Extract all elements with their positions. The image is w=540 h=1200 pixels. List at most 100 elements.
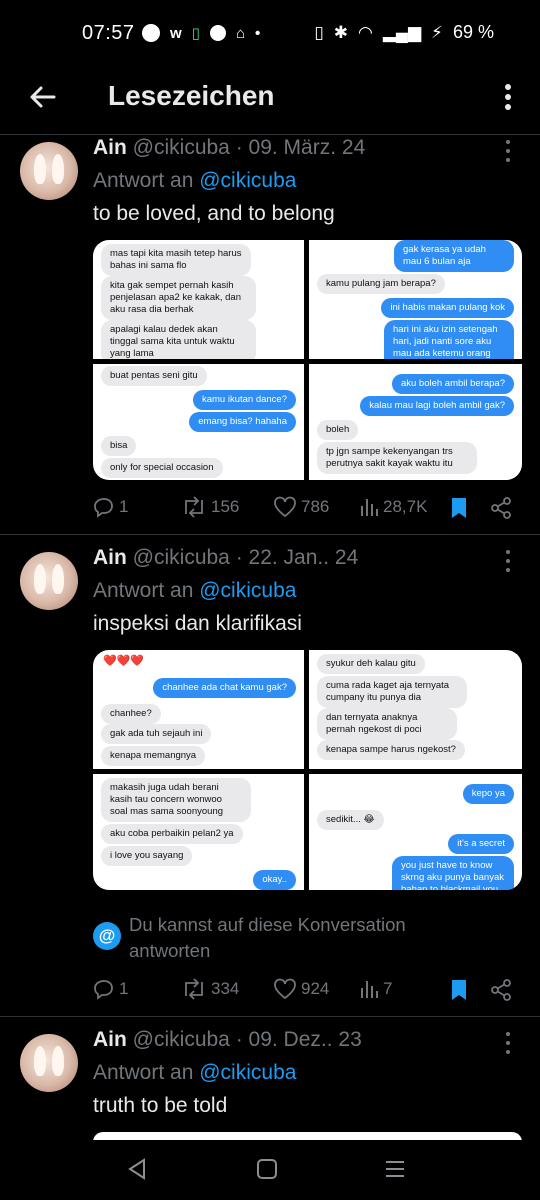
- tweet-text: inspeksi dan klarifikasi: [93, 612, 302, 635]
- screenshot-panel[interactable]: aku boleh ambil berapa? kalau mau lagi b…: [309, 364, 522, 480]
- status-bar: 07:57 w ▯ ⌂ • ▯ ✱ ◠ ▂▄▆ ⚡ 69 %: [0, 0, 540, 70]
- retweet-button[interactable]: 156: [181, 496, 239, 518]
- chat-bubble: mas tapi kita masih tetep harus bahas in…: [101, 244, 251, 276]
- retweet-icon: [185, 496, 203, 518]
- chat-bubble: dan ternyata anaknya pernah ngekost di p…: [317, 708, 457, 740]
- battery-percent: 69 %: [452, 22, 494, 42]
- tweet-meta: Ain @cikicuba · 09. Dez.. 23: [93, 1028, 362, 1052]
- charging-icon: ⚡: [431, 22, 443, 42]
- screenshot-panel[interactable]: gak kerasa ya udah mau 6 bulan aja kamu …: [309, 240, 522, 359]
- reply-prefix: Antwort an: [93, 579, 194, 602]
- tweet-text: truth to be told: [93, 1094, 228, 1117]
- reply-prefix: Antwort an: [93, 169, 194, 192]
- views-icon: [361, 499, 378, 516]
- avatar[interactable]: [20, 552, 78, 610]
- share-button[interactable]: [489, 496, 513, 520]
- tweet[interactable]: Ain @cikicuba · 22. Jan.. 24 Antwort an …: [0, 546, 540, 1016]
- chat-bubble: aku boleh ambil berapa?: [391, 374, 514, 394]
- tweet[interactable]: Ain @cikicuba · 09. März. 24 Antwort an …: [0, 136, 540, 534]
- chat-bubble: ini habis makan pulang kok: [381, 298, 514, 318]
- tweet-actions: 1 156 786 28,7K: [93, 496, 523, 526]
- reply-button[interactable]: 1: [93, 496, 128, 518]
- more-notifications-icon: •: [255, 24, 261, 42]
- signal-icon: ▂▄▆: [382, 22, 422, 42]
- retweet-icon: [185, 978, 203, 1000]
- chat-bubble: chanhee?: [101, 704, 161, 724]
- bookmark-icon: [452, 498, 466, 518]
- chat-bubble: only for special occasion: [101, 458, 223, 478]
- reply-mention-link[interactable]: @cikicuba: [199, 169, 296, 192]
- chat-bubble: kenapa memangnya: [101, 746, 206, 766]
- chat-bubble: boleh: [317, 420, 359, 440]
- chat-bubble: emang bisa? hahaha: [189, 412, 296, 432]
- chat-bubble: kepo ya: [462, 784, 514, 804]
- chat-bubble: makasih juga udah berani kasih tau conce…: [101, 778, 251, 822]
- chat-bubble: kita gak sempet pernah kasih penjelasan …: [101, 276, 256, 320]
- reddit-icon: [209, 25, 226, 41]
- nav-back-icon[interactable]: [124, 1156, 154, 1182]
- reply-count: 1: [119, 497, 129, 516]
- author-handle: @cikicuba: [132, 136, 230, 159]
- retweet-count: 334: [211, 979, 240, 998]
- bookmark-button[interactable]: [449, 978, 469, 1002]
- bookmark-button[interactable]: [449, 496, 469, 520]
- nav-home-icon[interactable]: [254, 1156, 284, 1182]
- reply-context: Antwort an @cikicuba: [93, 579, 296, 603]
- avatar[interactable]: [20, 142, 78, 200]
- screenshot-panel[interactable]: buat pentas seni gitu kamu ikutan dance?…: [93, 364, 304, 480]
- chat-bubble: i love you sayang: [101, 846, 193, 866]
- author-handle: @cikicuba: [132, 1028, 230, 1051]
- chat-bubble: kamu pulang jam berapa?: [317, 274, 445, 294]
- reply-prefix: Antwort an: [93, 1061, 194, 1084]
- chat-bubble: bisa: [101, 436, 137, 456]
- divider: [0, 134, 540, 135]
- tweet-actions: 1 334 924 7: [93, 978, 523, 1008]
- tweet-media[interactable]: ❤️❤️❤️ chanhee ada chat kamu gak? chanhe…: [93, 650, 522, 890]
- chat-bubble: it's a secret: [448, 834, 514, 854]
- screenshot-panel[interactable]: makasih juga udah berani kasih tau conce…: [93, 774, 304, 890]
- chat-bubble: apalagi kalau dedek akan tinggal sama ki…: [101, 320, 256, 359]
- conversation-notice-text: Du kannst auf diese Konversation antwort…: [129, 914, 406, 961]
- chat-bubble: gak kerasa ya udah mau 6 bulan aja: [394, 240, 514, 272]
- screenshot-panel[interactable]: syukur deh kalau gitu cuma rada kaget aj…: [309, 650, 522, 769]
- author-name[interactable]: Ain: [93, 546, 127, 569]
- reply-mention-link[interactable]: @cikicuba: [199, 1061, 296, 1084]
- author-handle: @cikicuba: [132, 546, 230, 569]
- like-count: 924: [301, 979, 330, 998]
- tweet[interactable]: Ain @cikicuba · 09. Dez.. 23 Antwort an …: [0, 1028, 540, 1142]
- views-button[interactable]: 28,7K: [359, 496, 427, 518]
- retweet-count: 156: [211, 497, 240, 516]
- share-icon: [491, 497, 511, 519]
- reply-button[interactable]: 1: [93, 978, 128, 1000]
- like-button[interactable]: 786: [273, 496, 329, 518]
- author-name[interactable]: Ain: [93, 136, 127, 159]
- chat-bubble: gak ada tuh sejauh ini: [101, 724, 212, 744]
- screenshot-panel[interactable]: kepo ya sedikit... 😂 it's a secret you j…: [309, 774, 522, 890]
- tweet-date: · 09. März. 24: [235, 136, 366, 159]
- share-button[interactable]: [489, 978, 513, 1002]
- divider: [0, 1016, 540, 1017]
- avatar[interactable]: [20, 1034, 78, 1092]
- app-icon: ⌂: [235, 24, 245, 42]
- chat-bubble: syukur deh kalau gitu: [317, 654, 425, 674]
- tweet-media[interactable]: mas tapi kita masih tetep harus bahas in…: [93, 240, 522, 480]
- nav-recents-icon[interactable]: [382, 1156, 412, 1182]
- views-button[interactable]: 7: [359, 978, 392, 1000]
- more-options-icon[interactable]: [498, 80, 518, 114]
- tweet-more-icon[interactable]: [506, 1032, 512, 1054]
- back-arrow-icon[interactable]: [26, 80, 60, 114]
- retweet-button[interactable]: 334: [181, 978, 239, 1000]
- reply-mention-link[interactable]: @cikicuba: [199, 579, 296, 602]
- webtoon-icon: w: [170, 24, 182, 42]
- tweet-text: to be loved, and to belong: [93, 202, 335, 225]
- tweet-date: · 22. Jan.. 24: [235, 546, 359, 569]
- reply-icon: [94, 498, 113, 518]
- author-name[interactable]: Ain: [93, 1028, 127, 1051]
- tweet-more-icon[interactable]: [506, 550, 512, 572]
- chat-bubble: kenapa sampe harus ngekost?: [317, 740, 465, 760]
- screenshot-panel[interactable]: mas tapi kita masih tetep harus bahas in…: [93, 240, 304, 359]
- like-button[interactable]: 924: [273, 978, 329, 1000]
- screenshot-panel[interactable]: ❤️❤️❤️ chanhee ada chat kamu gak? chanhe…: [93, 650, 304, 769]
- tweet-more-icon[interactable]: [506, 140, 512, 162]
- system-nav-bar: [0, 1140, 540, 1200]
